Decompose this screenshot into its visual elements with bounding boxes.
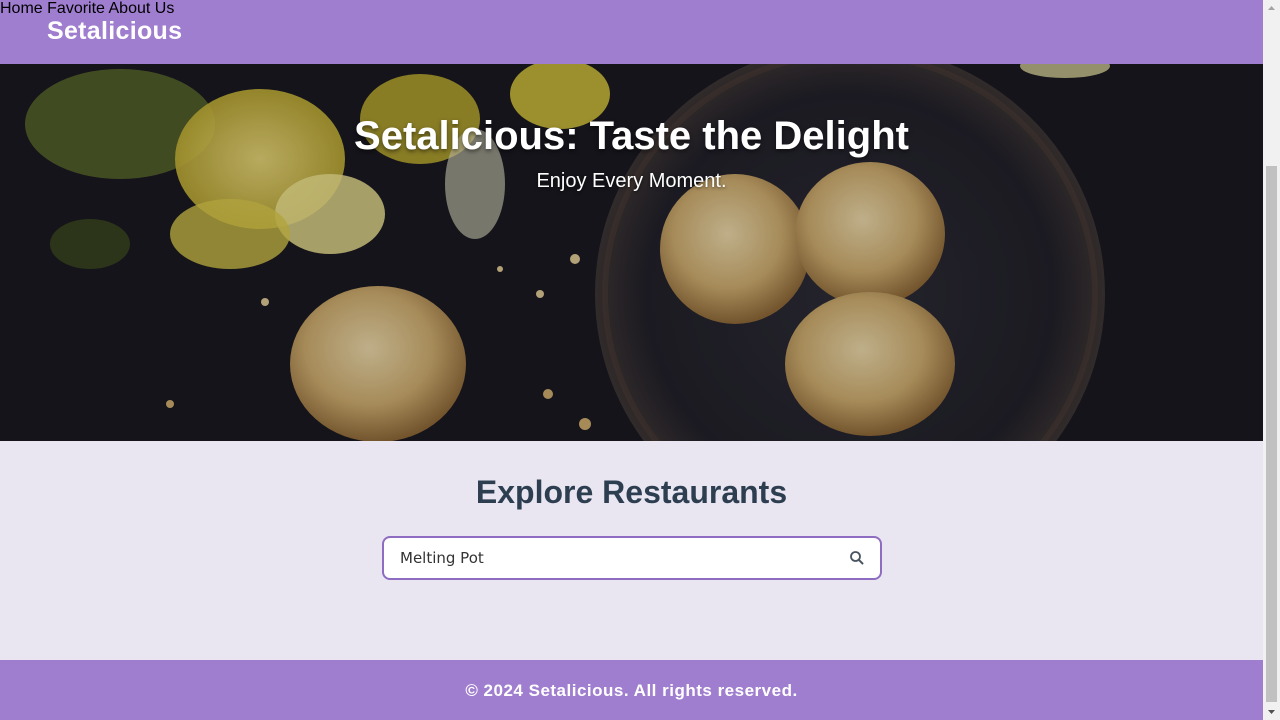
hero-title: Setalicious: Taste the Delight: [354, 114, 909, 158]
hero-banner: Setalicious: Taste the Delight Enjoy Eve…: [0, 64, 1263, 441]
search-bar: [382, 536, 882, 580]
scroll-down-arrow-icon[interactable]: [1263, 703, 1280, 720]
explore-restaurants-heading: Explore Restaurants: [475, 474, 788, 510]
page-footer: © 2024 Setalicious. All rights reserved.: [0, 660, 1263, 720]
nav-favorite-link[interactable]: Favorite: [47, 0, 105, 17]
brand-logo[interactable]: Setalicious: [47, 17, 182, 46]
copyright-text: © 2024 Setalicious. All rights reserved.: [465, 681, 798, 700]
page: Setalicious Home Favorite About Us Setal…: [0, 0, 1263, 720]
nav-about-us-link[interactable]: About Us: [109, 0, 175, 17]
scroll-up-arrow-icon[interactable]: [1263, 0, 1280, 17]
main-nav: Home Favorite About Us: [0, 0, 1263, 18]
nav-home-link[interactable]: Home: [0, 0, 43, 17]
hero-subtitle: Enjoy Every Moment.: [536, 170, 727, 192]
vertical-scrollbar[interactable]: [1263, 0, 1280, 720]
top-navbar: Setalicious Home Favorite About Us: [0, 0, 1263, 64]
scrollbar-thumb[interactable]: [1266, 166, 1277, 702]
search-input[interactable]: [400, 538, 840, 578]
search-icon[interactable]: [848, 549, 866, 567]
